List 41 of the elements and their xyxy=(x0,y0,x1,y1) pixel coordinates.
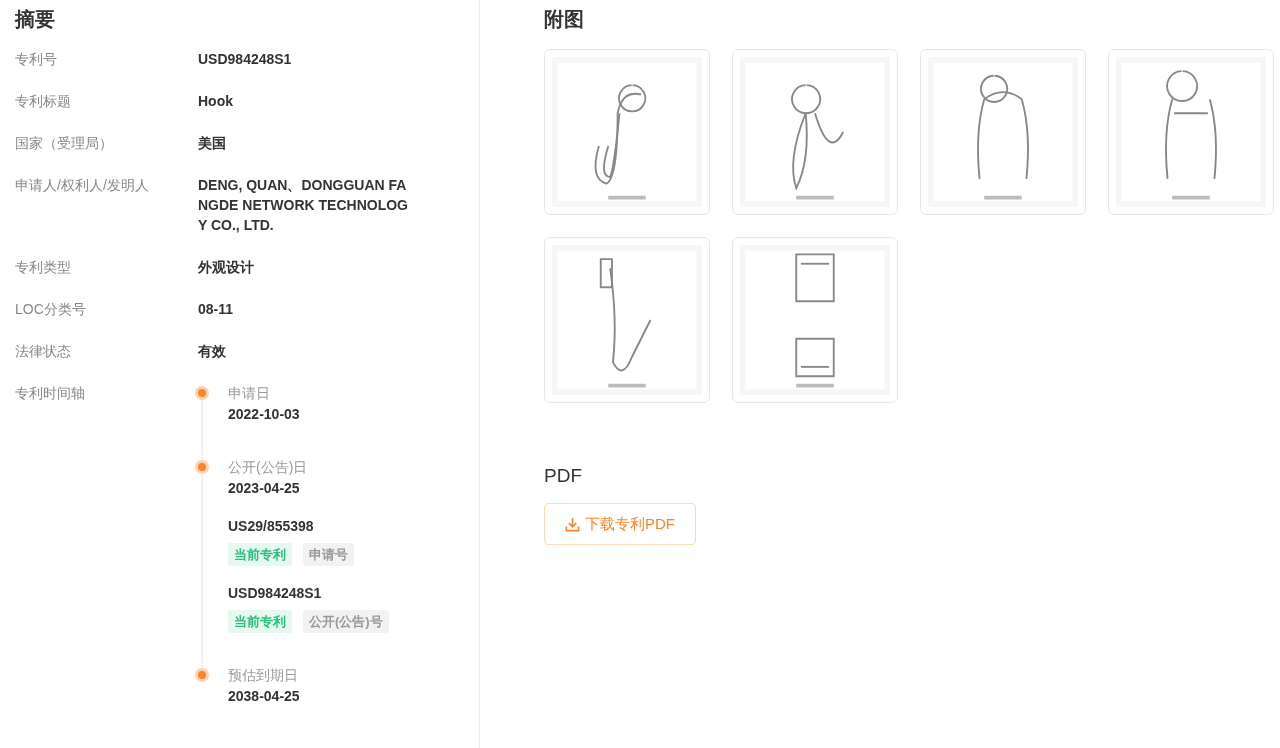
field-value: 外观设计 xyxy=(198,258,255,277)
event-label: 公开(公告)日 xyxy=(228,458,308,477)
field-label: 申请人/权利人/发明人 xyxy=(15,176,150,195)
timeline-dot-icon xyxy=(195,668,209,682)
timeline-dot-icon xyxy=(195,460,209,474)
field-label: 法律状态 xyxy=(15,342,72,361)
type-tag: 公开(公告)号 xyxy=(303,610,389,633)
field-value: 有效 xyxy=(198,342,227,361)
field-value: USD984248S1 xyxy=(198,50,293,69)
field-label: LOC分类号 xyxy=(15,300,87,319)
timeline-dot-icon xyxy=(195,386,209,400)
patent-number: USD984248S1 xyxy=(228,584,322,603)
section-title: 摘要 xyxy=(15,7,56,32)
current-tag: 当前专利 xyxy=(228,610,292,633)
field-value: Hook xyxy=(198,92,234,111)
download-pdf-button[interactable]: 下载专利PDF xyxy=(544,503,696,545)
field-label: 国家（受理局） xyxy=(15,134,114,153)
field-label: 专利类型 xyxy=(15,258,72,277)
section-title: 附图 xyxy=(544,7,585,32)
figure-card[interactable] xyxy=(1108,49,1274,215)
field-label: 专利号 xyxy=(15,50,58,69)
current-tag: 当前专利 xyxy=(228,543,292,566)
field-value: DENG, QUAN、DONGGUAN FANGDE NETWORK TECHNOLOGY CO., LTD. xyxy=(198,176,409,235)
field-label: 专利时间轴 xyxy=(15,384,86,403)
field-value: 08-11 xyxy=(198,300,235,319)
event-label: 申请日 xyxy=(228,384,270,403)
event-date: 2023-04-25 xyxy=(228,479,300,498)
download-icon xyxy=(565,516,580,532)
type-tag: 申请号 xyxy=(303,543,354,566)
field-value: 美国 xyxy=(198,134,227,153)
figure-card[interactable] xyxy=(732,49,898,215)
event-date: 2038-04-25 xyxy=(228,687,300,706)
figure-card[interactable] xyxy=(544,49,710,215)
event-label: 预估到期日 xyxy=(228,666,298,685)
section-title: PDF xyxy=(544,465,583,487)
event-date: 2022-10-03 xyxy=(228,405,300,424)
figure-card[interactable] xyxy=(544,237,710,403)
field-label: 专利标题 xyxy=(15,92,72,111)
figure-card[interactable] xyxy=(920,49,1086,215)
patent-number: US29/855398 xyxy=(228,517,314,536)
figure-card[interactable] xyxy=(732,237,898,403)
